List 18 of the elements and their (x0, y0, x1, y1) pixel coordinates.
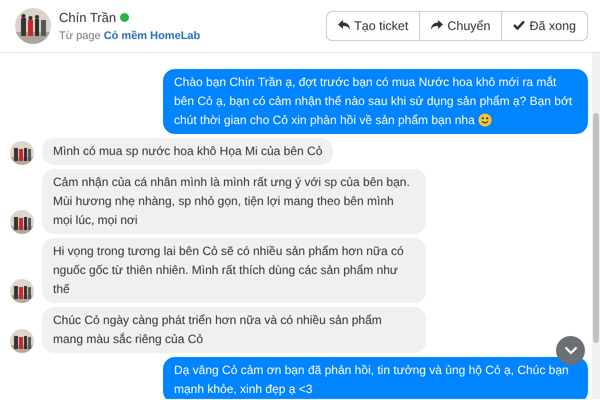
message-text: Hi vọng trong tương lai bên Cỏ sẽ có nhiều sản phẩm hơn nữa có nguốc gốc từ thiên nhiên. Mình rất thích dùng các sản phẩm như thế (53, 244, 404, 296)
message-text: Mình có mua sp nước hoa khô Họa Mi của bên Cỏ (53, 144, 322, 158)
contact-name: Chín Trần (59, 9, 116, 27)
message-text: Dạ vâng Cỏ cảm ơn bạn đã phản hồi, tin tưởng và ủng hộ Cỏ ạ, Chúc bạn mạnh khỏe, xinh đẹp ạ <3 (174, 363, 569, 396)
header-button[interactable]: Đã xong (501, 10, 588, 42)
header-button[interactable]: Tạo ticket (326, 10, 420, 42)
message-text: Cảm nhận của cá nhân mình là mình rất ưng ý với sp của bên bạn. Mùi hương nhẹ nhàng, sp nhỏ gọn, tiện lợi mang theo bên mình mọi lúc, mọi nơi (53, 175, 410, 227)
check-icon (513, 18, 526, 31)
chevron-down-icon (564, 346, 578, 355)
message-text: Chào bạn Chín Trần ạ, đợt trước bạn có mua Nước hoa khô mới ra mắt bên Cỏ ạ, bạn có cảm nhận thế nào sau khi sử dụng sản phẩm ạ? Bạn bớt chút thời gian cho Cỏ xin phản hồi về sản phẩm bạn nha (174, 75, 572, 127)
reply-arrow-icon (338, 18, 350, 31)
scroll-down-button[interactable] (556, 336, 585, 365)
message-text: Chúc Cỏ ngày càng phát triển hơn nữa và có nhiều sản phẩm mang màu sắc riêng của Cỏ (53, 313, 382, 346)
header-button[interactable]: Chuyển (419, 10, 502, 42)
forward-arrow-icon (431, 18, 444, 31)
page-link[interactable]: Cỏ mềm HomeLab (104, 30, 200, 42)
scrollbar[interactable] (592, 53, 600, 399)
page-label: Từ page (59, 30, 101, 42)
